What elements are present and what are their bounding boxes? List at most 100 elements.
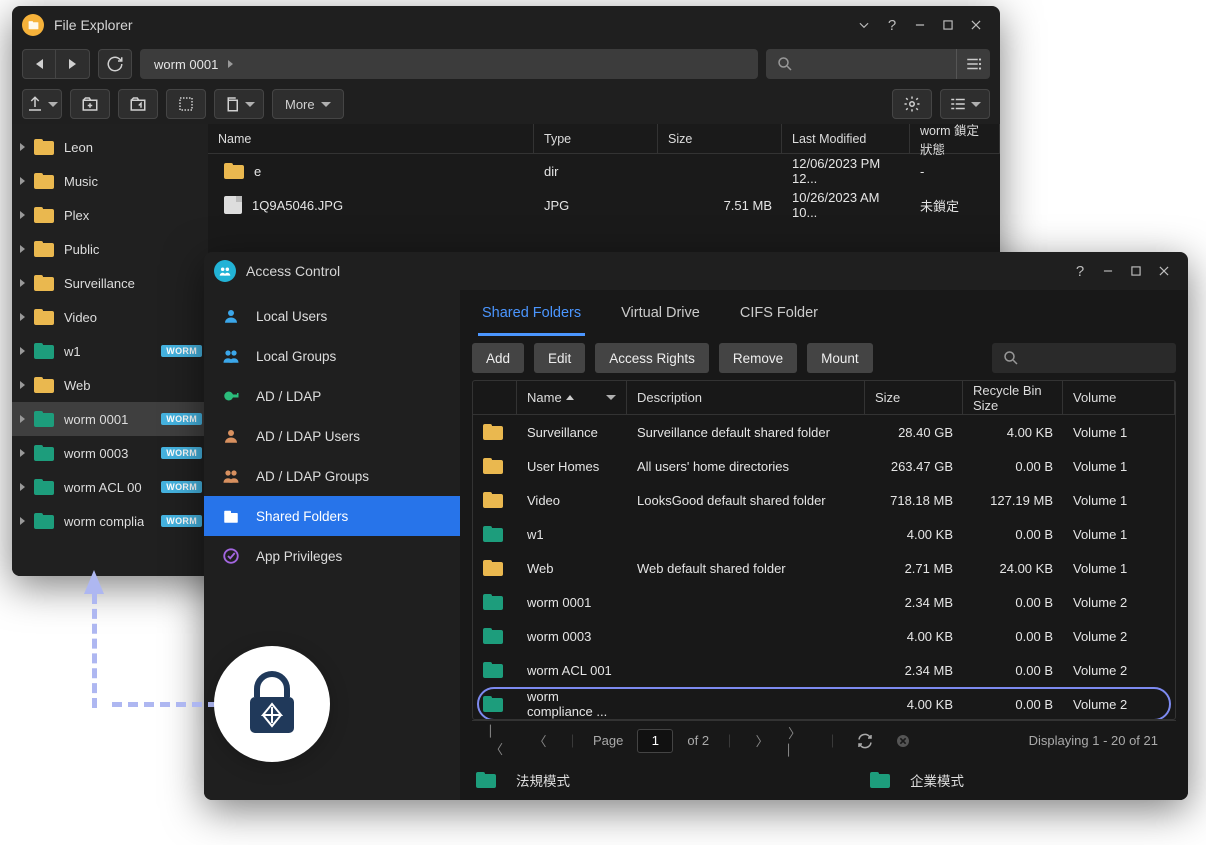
tab-virtual-drive[interactable]: Virtual Drive — [621, 290, 700, 336]
tree-item[interactable]: w1 WORM — [12, 334, 208, 368]
table-row[interactable]: User Homes All users' home directories 2… — [473, 449, 1175, 483]
nav-forward-button[interactable] — [56, 49, 90, 79]
maximize-button[interactable] — [1122, 257, 1150, 285]
tab-shared-folders[interactable]: Shared Folders — [482, 290, 581, 336]
remove-button[interactable]: Remove — [719, 343, 797, 373]
col-recycle-size[interactable]: Recycle Bin Size — [963, 381, 1063, 414]
col-icon[interactable] — [473, 381, 517, 414]
sidebar-icon — [220, 385, 242, 407]
expand-icon[interactable] — [20, 143, 25, 151]
access-rights-button[interactable]: Access Rights — [595, 343, 709, 373]
sidebar-item[interactable]: Shared Folders — [204, 496, 460, 536]
col-size[interactable]: Size — [658, 124, 782, 153]
col-volume[interactable]: Volume — [1063, 381, 1175, 414]
refresh-button[interactable] — [98, 49, 132, 79]
first-page-button[interactable]: ⎸〈 — [490, 729, 514, 753]
next-page-button[interactable]: 〉 — [750, 729, 774, 753]
sidebar-item[interactable]: Local Users — [204, 296, 460, 336]
close-button[interactable] — [1150, 257, 1178, 285]
expand-icon[interactable] — [20, 279, 25, 287]
col-name[interactable]: Name — [208, 124, 534, 153]
expand-icon[interactable] — [20, 347, 25, 355]
search-options-button[interactable] — [956, 49, 990, 79]
table-row[interactable]: Surveillance Surveillance default shared… — [473, 415, 1175, 449]
table-row[interactable]: Video LooksGood default shared folder 71… — [473, 483, 1175, 517]
expand-icon[interactable] — [20, 483, 25, 491]
view-mode-button[interactable] — [940, 89, 990, 119]
clear-button[interactable] — [891, 729, 915, 753]
table-row[interactable]: worm ACL 001 2.34 MB 0.00 B Volume 2 — [473, 653, 1175, 687]
column-menu-icon[interactable] — [606, 395, 616, 400]
breadcrumb[interactable]: worm 0001 — [140, 49, 758, 79]
nav-back-button[interactable] — [22, 49, 56, 79]
new-folder-button[interactable] — [70, 89, 110, 119]
tree-item[interactable]: Plex — [12, 198, 208, 232]
table-row[interactable]: 1Q9A5046.JPG JPG 7.51 MB 10/26/2023 AM 1… — [208, 188, 1000, 222]
tree-item[interactable]: Video — [12, 300, 208, 334]
reload-button[interactable] — [853, 729, 877, 753]
col-worm-status[interactable]: worm 鎖定狀態 — [910, 124, 1000, 153]
file-explorer-titlebar: File Explorer ? — [12, 6, 1000, 44]
tree-item[interactable]: Music — [12, 164, 208, 198]
table-row[interactable]: Web Web default shared folder 2.71 MB 24… — [473, 551, 1175, 585]
prev-page-button[interactable]: 〈 — [528, 729, 552, 753]
more-button[interactable]: More — [272, 89, 344, 119]
col-size[interactable]: Size — [865, 381, 963, 414]
col-name[interactable]: Name — [517, 381, 627, 414]
table-row[interactable]: worm compliance ... 4.00 KB 0.00 B Volum… — [473, 687, 1175, 719]
search-input[interactable] — [766, 49, 956, 79]
expand-icon[interactable] — [20, 245, 25, 253]
col-modified[interactable]: Last Modified — [782, 124, 910, 153]
help-button[interactable]: ? — [1066, 257, 1094, 285]
col-type[interactable]: Type — [534, 124, 658, 153]
tree-item[interactable]: Public — [12, 232, 208, 266]
fe-action-row: More — [12, 84, 1000, 124]
collapse-button[interactable] — [850, 11, 878, 39]
add-button[interactable]: Add — [472, 343, 524, 373]
last-page-button[interactable]: 〉⎸ — [788, 729, 812, 753]
table-row[interactable]: w1 4.00 KB 0.00 B Volume 1 — [473, 517, 1175, 551]
share-folder-button[interactable] — [118, 89, 158, 119]
sidebar-item[interactable]: AD / LDAP Groups — [204, 456, 460, 496]
tree-item[interactable]: Surveillance — [12, 266, 208, 300]
sidebar-item[interactable]: AD / LDAP — [204, 376, 460, 416]
copy-button[interactable] — [214, 89, 264, 119]
table-row[interactable]: worm 0003 4.00 KB 0.00 B Volume 2 — [473, 619, 1175, 653]
expand-icon[interactable] — [20, 449, 25, 457]
minimize-button[interactable] — [906, 11, 934, 39]
tree-item[interactable]: worm complia WORM — [12, 504, 208, 538]
table-row[interactable]: worm 0001 2.34 MB 0.00 B Volume 2 — [473, 585, 1175, 619]
file-icon — [224, 196, 242, 214]
minimize-button[interactable] — [1094, 257, 1122, 285]
tree-item[interactable]: worm 0003 WORM — [12, 436, 208, 470]
sidebar-item[interactable]: App Privileges — [204, 536, 460, 576]
sidebar-item[interactable]: Local Groups — [204, 336, 460, 376]
select-button[interactable] — [166, 89, 206, 119]
page-input[interactable] — [637, 729, 673, 753]
folder-search-input[interactable] — [992, 343, 1176, 373]
col-description[interactable]: Description — [627, 381, 865, 414]
tree-item[interactable]: Web — [12, 368, 208, 402]
tab-cifs-folder[interactable]: CIFS Folder — [740, 290, 818, 336]
close-button[interactable] — [962, 11, 990, 39]
tree-item[interactable]: Leon — [12, 130, 208, 164]
expand-icon[interactable] — [20, 415, 25, 423]
expand-icon[interactable] — [20, 211, 25, 219]
expand-icon[interactable] — [20, 177, 25, 185]
sidebar-icon — [220, 345, 242, 367]
expand-icon[interactable] — [20, 381, 25, 389]
maximize-button[interactable] — [934, 11, 962, 39]
expand-icon[interactable] — [20, 517, 25, 525]
settings-button[interactable] — [892, 89, 932, 119]
tree-item[interactable]: worm 0001 WORM — [12, 402, 208, 436]
sidebar-item[interactable]: AD / LDAP Users — [204, 416, 460, 456]
edit-button[interactable]: Edit — [534, 343, 585, 373]
help-button[interactable]: ? — [878, 11, 906, 39]
table-row[interactable]: e dir 12/06/2023 PM 12... - — [208, 154, 1000, 188]
worm-badge: WORM — [161, 447, 202, 459]
tree-item[interactable]: worm ACL 00 WORM — [12, 470, 208, 504]
expand-icon[interactable] — [20, 313, 25, 321]
mount-button[interactable]: Mount — [807, 343, 873, 373]
access-control-window: Access Control ? Local UsersLocal Groups… — [204, 252, 1188, 800]
upload-button[interactable] — [22, 89, 62, 119]
